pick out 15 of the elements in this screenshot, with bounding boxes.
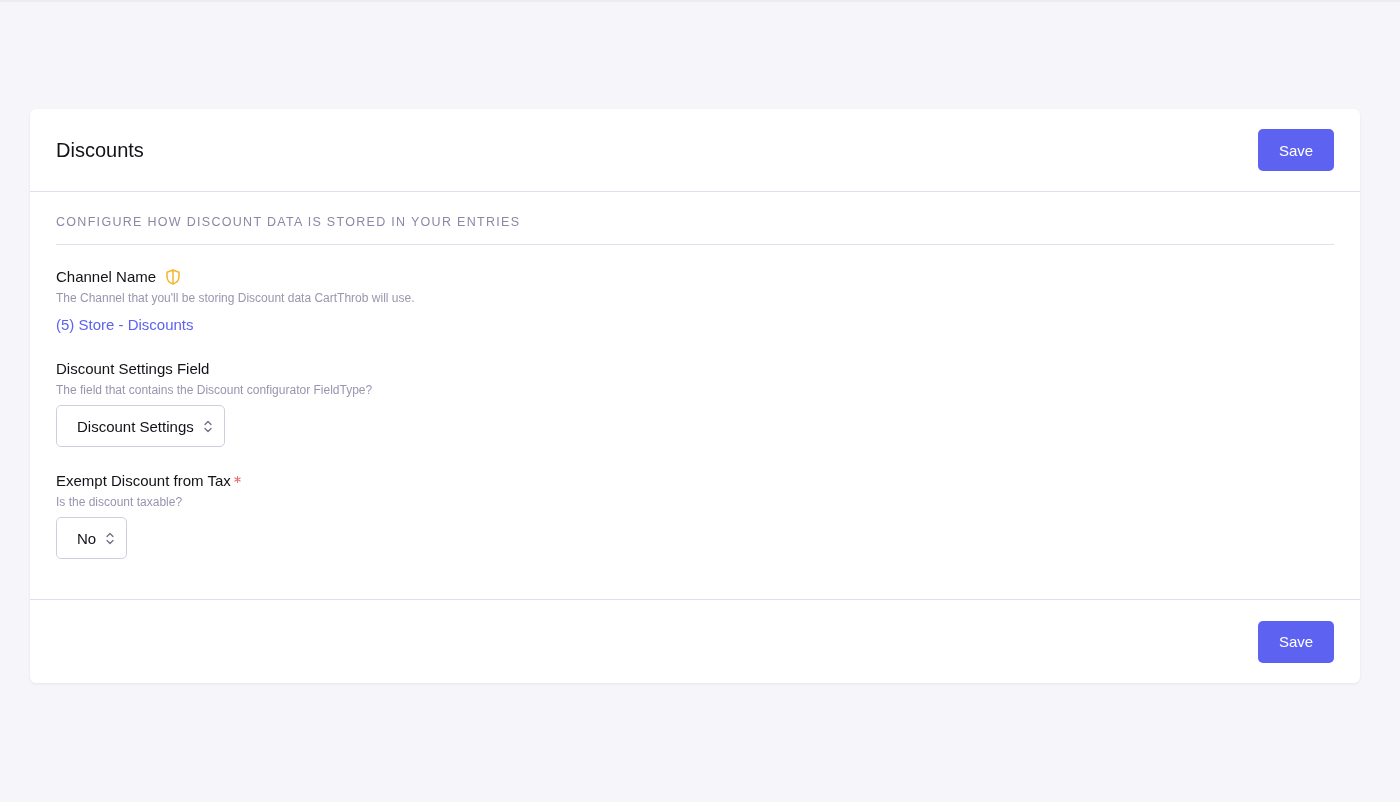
- channel-link[interactable]: (5) Store - Discounts: [56, 315, 194, 335]
- save-button[interactable]: Save: [1258, 129, 1334, 171]
- chevron-updown-icon: [106, 531, 115, 545]
- section-heading: CONFIGURE HOW DISCOUNT DATA IS STORED IN YOUR ENTRIES: [56, 214, 522, 231]
- field-label: Discount Settings Field: [56, 359, 210, 379]
- panel-title: Discounts: [56, 138, 144, 162]
- field-label: Exempt Discount from Tax: [56, 471, 231, 491]
- save-button[interactable]: Save: [1258, 620, 1334, 663]
- field-description: Is the discount taxable?: [56, 494, 184, 510]
- select-field[interactable]: Discount Settings: [56, 405, 225, 447]
- field-label: Channel Name: [56, 267, 157, 287]
- field-description: The Channel that you'll be storing Discount data CartThrob will use.: [56, 290, 416, 306]
- field-description: The field that contains the Discount configurator FieldType?: [56, 382, 374, 398]
- select-field[interactable]: No: [56, 517, 128, 559]
- chevron-updown-icon: [203, 419, 212, 433]
